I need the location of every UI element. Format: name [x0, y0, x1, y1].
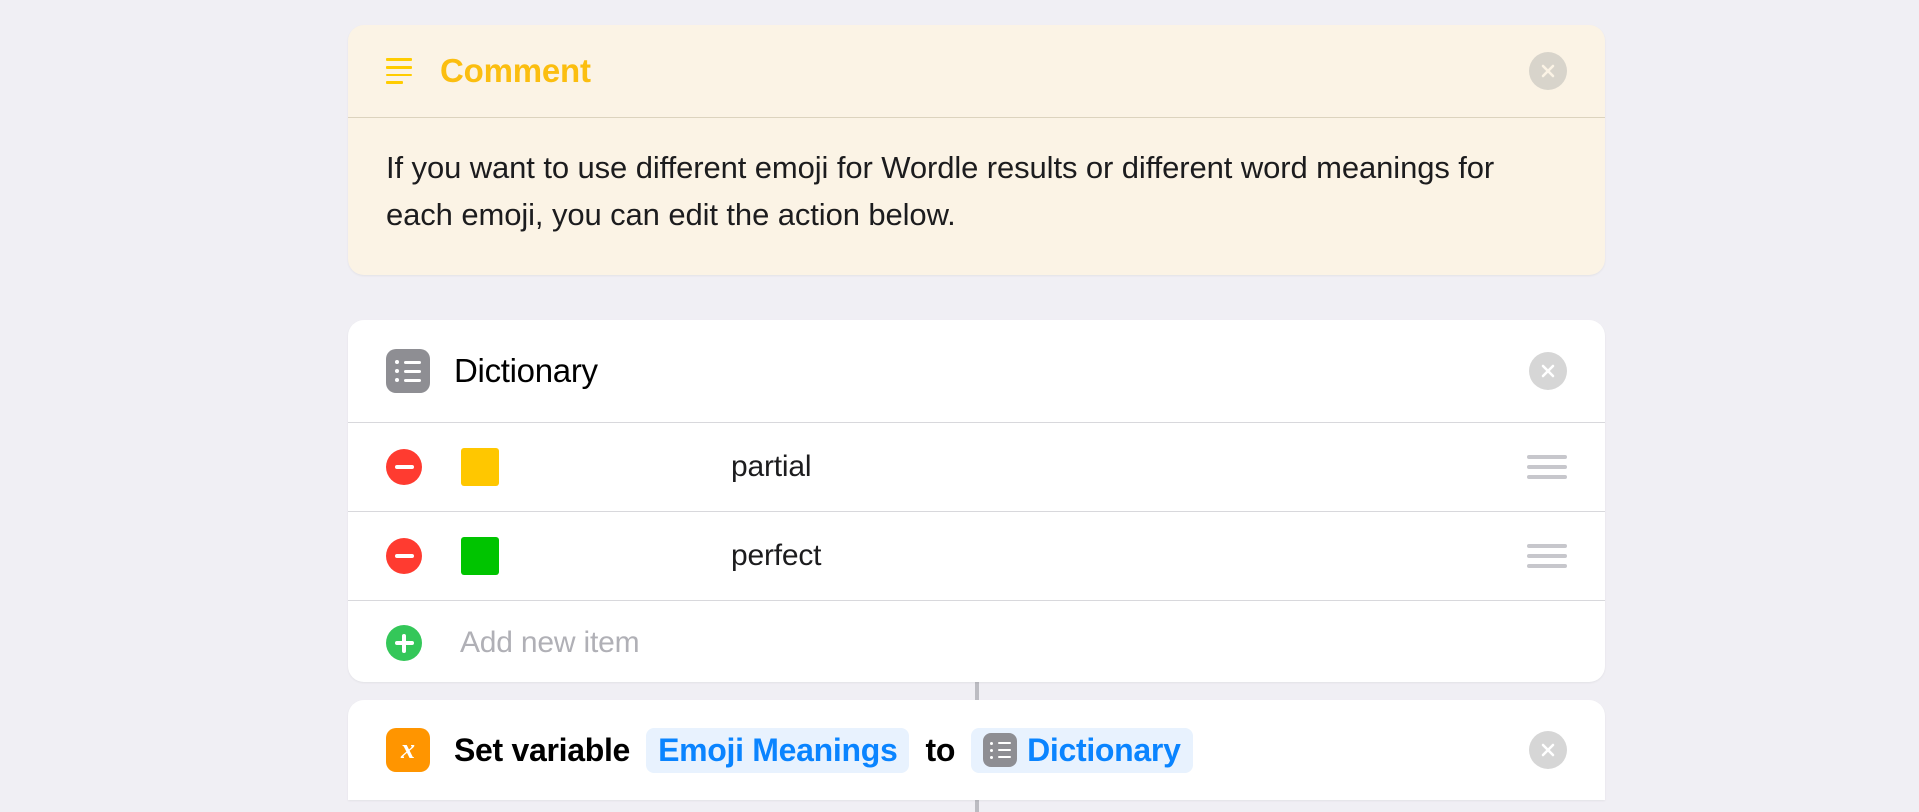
action-connector-line-lower [975, 798, 979, 812]
variable-name-token[interactable]: Emoji Meanings [646, 727, 910, 773]
dictionary-row[interactable]: perfect [348, 512, 1605, 601]
dictionary-row-key[interactable]: partial [731, 450, 812, 484]
list-bullets-icon [983, 733, 1018, 767]
comment-close-button[interactable] [1529, 52, 1567, 90]
dictionary-value-token[interactable]: Dictionary [971, 727, 1193, 773]
reorder-handle[interactable] [1527, 544, 1567, 568]
set-variable-close-button[interactable] [1529, 731, 1567, 769]
comment-action-header: Comment [348, 25, 1605, 118]
dictionary-action-title: Dictionary [454, 352, 598, 389]
comment-lines-icon [386, 58, 414, 84]
comment-action-body-text[interactable]: If you want to use different emoji for W… [348, 118, 1605, 238]
variable-x-icon: x [386, 728, 430, 772]
set-variable-expression: Set variable Emoji Meanings to Dictionar… [454, 727, 1193, 773]
set-variable-connector-word: to [925, 731, 956, 768]
dictionary-action-card[interactable]: Dictionary partial perfect Add new item [348, 320, 1605, 682]
dictionary-close-button[interactable] [1529, 352, 1567, 390]
remove-row-button[interactable] [386, 538, 422, 574]
set-variable-action-card[interactable]: x Set variable Emoji Meanings to Diction… [348, 700, 1605, 800]
yellow-square-emoji [461, 448, 499, 486]
comment-action-title: Comment [440, 52, 591, 89]
shortcut-editor-canvas: Comment If you want to use different emo… [0, 0, 1919, 812]
green-square-emoji [461, 537, 499, 575]
dictionary-value-token-label: Dictionary [1027, 731, 1181, 768]
set-variable-label: Set variable [454, 731, 631, 768]
dictionary-action-header: Dictionary [348, 320, 1605, 423]
dictionary-row[interactable]: partial [348, 423, 1605, 512]
reorder-handle[interactable] [1527, 455, 1567, 479]
comment-action-card[interactable]: Comment If you want to use different emo… [348, 25, 1605, 275]
dictionary-add-row[interactable]: Add new item [348, 601, 1605, 682]
add-new-item-placeholder[interactable]: Add new item [460, 626, 640, 660]
list-bullets-icon [386, 349, 430, 393]
add-item-button[interactable] [386, 625, 422, 661]
dictionary-row-key[interactable]: perfect [731, 539, 822, 573]
remove-row-button[interactable] [386, 449, 422, 485]
